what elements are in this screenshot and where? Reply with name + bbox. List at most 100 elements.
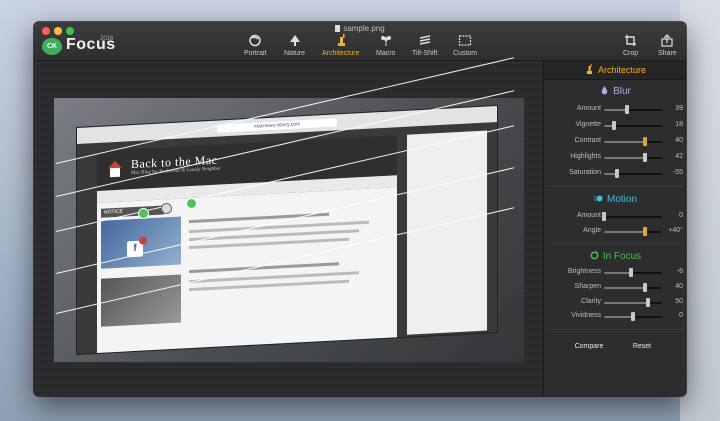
slider-knob[interactable] xyxy=(629,268,634,277)
slider-label: Clarity xyxy=(581,298,601,305)
desktop-background xyxy=(680,0,720,421)
mode-portrait-button[interactable]: Portrait xyxy=(244,34,267,57)
slider-label: Amount xyxy=(576,212,601,219)
mode-tilt-shift-label: Tilt-Shift xyxy=(412,50,438,57)
slider-row-blur-vignette[interactable]: Vignette 18 xyxy=(544,120,686,132)
slider-track[interactable] xyxy=(604,153,662,162)
slider-value: 0 xyxy=(679,312,683,319)
slider-track[interactable] xyxy=(604,268,662,277)
slider-knob[interactable] xyxy=(643,227,648,236)
mode-architecture-label: Architecture xyxy=(322,50,360,57)
slider-row-brightness[interactable]: Brightness -6 xyxy=(544,267,686,279)
slider-fill xyxy=(604,109,627,111)
slider-track[interactable] xyxy=(604,283,662,292)
slider-value: 50 xyxy=(675,298,683,305)
share-label: Share xyxy=(658,50,677,57)
app-window: sample.png CK Focus 2016 Portrait Nature… xyxy=(34,22,686,396)
compare-button[interactable]: Compare xyxy=(564,340,614,354)
slider-row-clarity[interactable]: Clarity 50 xyxy=(544,297,686,309)
slider-knob[interactable] xyxy=(645,298,650,307)
slider-fill xyxy=(604,287,645,289)
flower-icon xyxy=(380,36,391,46)
slider-knob[interactable] xyxy=(624,105,629,114)
slider-label: Contrast xyxy=(574,137,601,144)
portrait-icon xyxy=(249,34,262,47)
slider-row-blur-contrast[interactable]: Contrast 40 xyxy=(544,136,686,148)
slider-value: 39 xyxy=(675,105,683,112)
motion-icon xyxy=(593,195,603,202)
share-icon xyxy=(661,34,673,47)
mode-architecture-button[interactable]: Architecture xyxy=(322,34,359,57)
slider-track[interactable] xyxy=(602,212,662,221)
tree-icon xyxy=(289,35,300,46)
statue-of-liberty-icon xyxy=(337,34,345,46)
slider-track[interactable] xyxy=(604,137,662,146)
tilt-shift-icon xyxy=(419,35,430,45)
slider-fill xyxy=(604,231,646,233)
focus-center-handle[interactable] xyxy=(161,203,172,214)
section-divider xyxy=(548,329,683,330)
slider-label: Brightness xyxy=(567,268,601,275)
mode-macro-label: Macro xyxy=(376,50,396,57)
slider-value: 40 xyxy=(675,137,683,144)
house-logo-icon xyxy=(108,161,122,178)
refresh-focus-icon xyxy=(590,251,599,260)
slider-track[interactable] xyxy=(604,227,662,236)
custom-icon xyxy=(458,35,472,46)
mode-custom-label: Custom xyxy=(453,50,478,57)
slider-track[interactable] xyxy=(604,169,662,178)
slider-value: -6 xyxy=(676,268,683,275)
slider-knob[interactable] xyxy=(612,121,617,130)
slider-row-sharpen[interactable]: Sharpen 40 xyxy=(544,282,686,294)
slider-label: Amount xyxy=(576,105,601,112)
photo-preview[interactable]: macnews.tistory.com Back to the Mac Mac … xyxy=(54,98,524,362)
slider-track[interactable] xyxy=(604,121,662,130)
slider-track[interactable] xyxy=(604,312,662,321)
slider-row-motion-angle[interactable]: Angle +40° xyxy=(544,226,686,238)
document-file-name: sample.png xyxy=(343,24,385,33)
slider-value: 0 xyxy=(679,212,683,219)
slider-track[interactable] xyxy=(604,105,662,114)
slider-row-blur-amount[interactable]: Amount 39 xyxy=(544,104,686,116)
slider-label: Vividness xyxy=(571,312,601,319)
motion-title-label: Motion xyxy=(606,194,637,205)
slider-label: Angle xyxy=(583,227,601,234)
slider-knob[interactable] xyxy=(602,212,606,221)
mode-nature-button[interactable]: Nature xyxy=(284,34,305,57)
slider-value: +40° xyxy=(668,227,683,234)
slider-knob[interactable] xyxy=(642,283,647,292)
focus-handle-right[interactable] xyxy=(186,198,197,209)
slider-knob[interactable] xyxy=(614,169,619,178)
slider-label: Saturation xyxy=(569,169,601,176)
slider-value: 40 xyxy=(675,283,683,290)
image-canvas[interactable]: macnews.tistory.com Back to the Mac Mac … xyxy=(34,57,542,396)
app-logo: CK xyxy=(42,38,62,55)
photo-site-sidebar xyxy=(407,130,487,335)
document-title: sample.png xyxy=(34,24,686,33)
slider-label: Highlights xyxy=(570,153,601,160)
slider-knob[interactable] xyxy=(643,153,648,162)
mode-custom-button[interactable]: Custom xyxy=(453,34,477,57)
motion-section-title: Motion xyxy=(544,194,686,205)
slider-row-blur-saturation[interactable]: Saturation -55 xyxy=(544,168,686,180)
mode-macro-button[interactable]: Macro xyxy=(376,34,395,57)
slider-value: 18 xyxy=(675,121,683,128)
app-year: 2016 xyxy=(100,36,114,42)
title-bar: sample.png CK Focus 2016 Portrait Nature… xyxy=(34,22,686,61)
panel-header: Architecture xyxy=(544,61,686,80)
reset-button[interactable]: Reset xyxy=(620,340,664,354)
slider-track[interactable] xyxy=(604,298,662,307)
photo-article-image: f xyxy=(101,216,181,269)
slider-knob[interactable] xyxy=(642,137,647,146)
slider-knob[interactable] xyxy=(631,312,635,321)
statue-of-liberty-icon xyxy=(586,64,592,74)
share-button[interactable]: Share xyxy=(658,34,677,57)
mode-tilt-shift-button[interactable]: Tilt-Shift xyxy=(412,34,437,57)
slider-row-motion-amount[interactable]: Amount 0 xyxy=(544,211,686,223)
focus-handle-left[interactable] xyxy=(138,208,149,219)
crop-button[interactable]: Crop xyxy=(623,34,638,57)
slider-row-blur-highlights[interactable]: Highlights 42 xyxy=(544,152,686,164)
slider-label: Sharpen xyxy=(574,283,601,290)
slider-fill xyxy=(604,141,645,143)
slider-row-vividness[interactable]: Vividness 0 xyxy=(544,311,686,323)
